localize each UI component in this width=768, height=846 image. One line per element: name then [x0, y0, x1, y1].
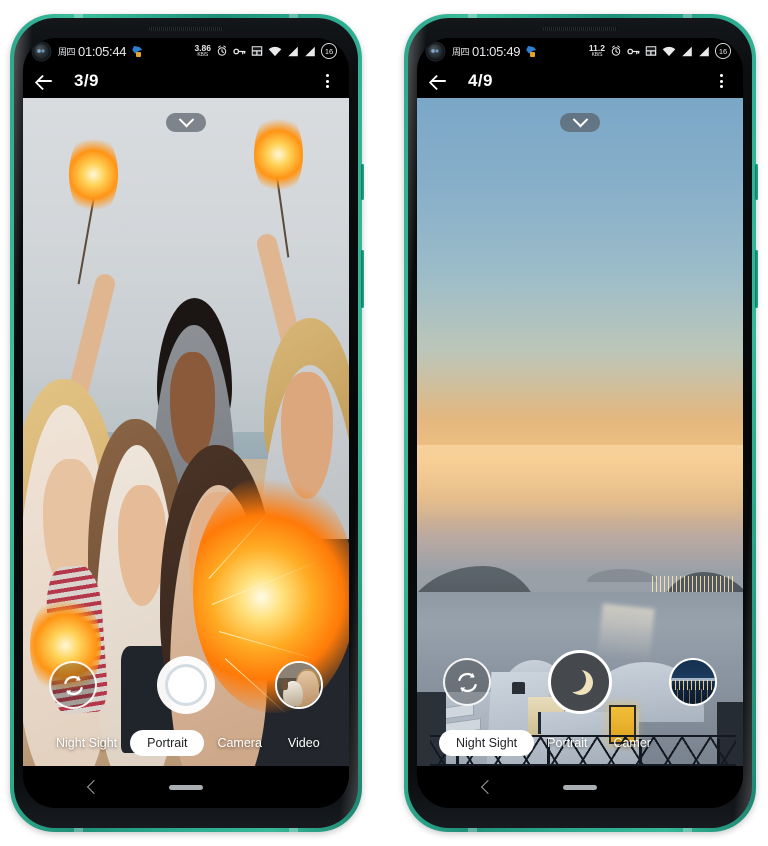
nfc-icon — [251, 46, 263, 56]
nav-back-icon[interactable] — [479, 780, 493, 794]
page-counter: 4/9 — [468, 71, 493, 90]
earpiece-speaker — [149, 27, 223, 31]
back-arrow-icon[interactable] — [34, 71, 54, 91]
flip-camera-icon — [63, 675, 83, 695]
status-bar-left: 周四 01:05:44 — [58, 44, 143, 59]
phone-screen-left: 周四 01:05:44 3.86 KB/S 16 3/9 Night Sight… — [23, 38, 349, 808]
photo-sparkler-flame — [68, 131, 118, 219]
network-speed-indicator: 11.2 KB/S — [589, 44, 605, 58]
camera-mode-video[interactable]: Video — [275, 730, 333, 756]
camera-mode-strip[interactable]: Night Sight Portrait Camer — [417, 726, 743, 760]
shutter-button[interactable] — [548, 650, 612, 714]
status-clock: 01:05:44 — [78, 43, 127, 59]
phone-bezel: 周四 01:05:44 3.86 KB/S 16 3/9 Night Sight… — [14, 18, 358, 828]
night-sight-moon-icon — [560, 666, 593, 695]
status-day-label: 周四 — [58, 46, 76, 57]
status-clock: 01:05:49 — [472, 43, 521, 59]
wifi-icon — [268, 46, 282, 56]
signal-sim2-icon — [305, 46, 315, 56]
network-speed-indicator: 3.86 KB/S — [194, 44, 211, 58]
volume-button[interactable] — [361, 164, 364, 200]
weather-icon — [525, 45, 537, 57]
status-bar-left: 周四 01:05:49 — [452, 44, 537, 59]
shutter-button[interactable] — [157, 656, 215, 714]
thumbnail-night-cityscape — [671, 660, 715, 704]
chevron-down-icon — [178, 111, 194, 128]
thumbnail-woman-with-dog — [277, 663, 321, 707]
battery-indicator: 16 — [321, 43, 337, 59]
camera-mode-strip[interactable]: Night Sight Portrait Camera Video — [23, 726, 349, 760]
signal-sim1-icon — [288, 46, 298, 56]
camera-mode-portrait[interactable]: Portrait — [534, 730, 600, 756]
system-navigation-bar — [23, 766, 349, 808]
vpn-key-icon — [627, 48, 640, 54]
photo-sunset-haze — [417, 445, 743, 526]
flip-camera-button[interactable] — [443, 658, 491, 706]
nav-home-indicator[interactable] — [169, 784, 203, 790]
network-speed-unit: KB/S — [197, 51, 209, 58]
camera-controls — [417, 650, 743, 714]
camera-mode-camera[interactable]: Camera — [204, 730, 274, 756]
earpiece-speaker — [543, 27, 617, 31]
collapse-viewfinder-button[interactable] — [166, 111, 206, 132]
flip-camera-icon — [457, 672, 477, 692]
power-button[interactable] — [361, 250, 364, 308]
camera-controls — [23, 656, 349, 714]
back-arrow-icon[interactable] — [428, 71, 448, 91]
nav-back-icon[interactable] — [85, 780, 99, 794]
phone-bezel: 周四 01:05:49 11.2 KB/S 16 4/9 Night Sight… — [408, 18, 752, 828]
camera-mode-night-sight[interactable]: Night Sight — [439, 730, 535, 756]
camera-mode-camera[interactable]: Camer — [600, 730, 664, 756]
gallery-thumbnail-button[interactable] — [669, 658, 717, 706]
power-button[interactable] — [755, 250, 758, 308]
front-camera-punch-hole — [427, 42, 444, 60]
camera-viewfinder[interactable]: Night Sight Portrait Camera Video — [23, 98, 349, 766]
camera-mode-night-sight[interactable]: Night Sight — [43, 730, 130, 756]
status-day-label: 周四 — [452, 46, 470, 57]
weather-icon — [131, 45, 143, 57]
camera-viewfinder[interactable]: Night Sight Portrait Camer — [417, 98, 743, 766]
more-options-icon[interactable] — [318, 72, 336, 90]
shutter-inner-ring — [165, 664, 207, 706]
front-camera-punch-hole — [33, 42, 50, 60]
vpn-key-icon — [233, 48, 246, 54]
collapse-viewfinder-button[interactable] — [560, 111, 600, 132]
gallery-thumbnail-button[interactable] — [275, 661, 323, 709]
more-options-icon[interactable] — [712, 72, 730, 90]
network-speed-unit: KB/S — [591, 51, 603, 58]
status-bar-right: 3.86 KB/S 16 — [194, 43, 337, 59]
page-counter: 3/9 — [74, 71, 99, 90]
phone-device-left: 周四 01:05:44 3.86 KB/S 16 3/9 Night Sight… — [10, 14, 364, 832]
phone-screen-right: 周四 01:05:49 11.2 KB/S 16 4/9 Night Sight… — [417, 38, 743, 808]
alarm-icon — [611, 45, 621, 56]
action-bar: 3/9 — [23, 64, 349, 98]
status-bar: 周四 01:05:49 11.2 KB/S 16 — [417, 38, 743, 64]
phone-device-right: 周四 01:05:49 11.2 KB/S 16 4/9 Night Sight… — [404, 14, 758, 832]
battery-indicator: 16 — [715, 43, 731, 59]
nav-home-indicator[interactable] — [563, 784, 597, 790]
flip-camera-button[interactable] — [49, 661, 97, 709]
alarm-icon — [217, 45, 227, 56]
action-bar: 4/9 — [417, 64, 743, 98]
system-navigation-bar — [417, 766, 743, 808]
status-bar: 周四 01:05:44 3.86 KB/S 16 — [23, 38, 349, 64]
nfc-icon — [645, 46, 657, 56]
volume-button[interactable] — [755, 164, 758, 200]
signal-sim1-icon — [682, 46, 692, 56]
camera-mode-portrait[interactable]: Portrait — [130, 730, 205, 756]
wifi-icon — [662, 46, 676, 56]
status-bar-right: 11.2 KB/S 16 — [589, 43, 731, 59]
signal-sim2-icon — [699, 46, 709, 56]
chevron-down-icon — [572, 111, 588, 128]
